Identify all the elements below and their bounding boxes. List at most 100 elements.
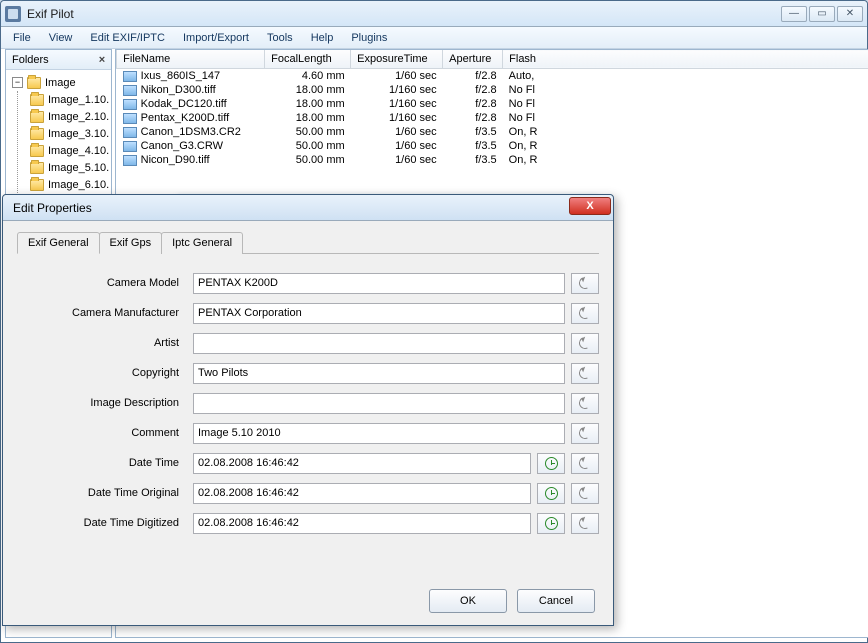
clock-icon xyxy=(545,457,558,470)
undo-button[interactable] xyxy=(571,483,599,504)
label-date_time_orig: Date Time Original xyxy=(17,487,187,499)
label-date_time: Date Time xyxy=(17,457,187,469)
menubar: File View Edit EXIF/IPTC Import/Export T… xyxy=(1,27,867,49)
image-file-icon xyxy=(123,127,137,138)
folder-icon xyxy=(27,77,41,89)
folder-icon xyxy=(30,179,44,191)
label-artist: Artist xyxy=(17,337,187,349)
dialog-tabs: Exif General Exif Gps Iptc General xyxy=(17,231,599,254)
tab-iptc-general[interactable]: Iptc General xyxy=(161,232,243,254)
col-exposuretime[interactable]: ExposureTime xyxy=(351,50,443,69)
titlebar[interactable]: Exif Pilot — ▭ ✕ xyxy=(1,1,867,27)
image-file-icon xyxy=(123,71,137,82)
undo-button[interactable] xyxy=(571,393,599,414)
undo-button[interactable] xyxy=(571,273,599,294)
undo-button[interactable] xyxy=(571,423,599,444)
undo-button[interactable] xyxy=(571,453,599,474)
cancel-button[interactable]: Cancel xyxy=(517,589,595,613)
folders-close-icon[interactable]: × xyxy=(99,54,105,66)
undo-icon xyxy=(577,395,592,410)
image-file-icon xyxy=(123,155,137,166)
ok-button[interactable]: OK xyxy=(429,589,507,613)
menu-import-export[interactable]: Import/Export xyxy=(175,29,257,47)
image-file-icon xyxy=(123,141,137,152)
table-row[interactable]: Kodak_DC120.tiff18.00 mm1/160 secf/2.8No… xyxy=(117,97,868,111)
menu-tools[interactable]: Tools xyxy=(259,29,301,47)
datetime-picker-button[interactable] xyxy=(537,513,565,534)
table-row[interactable]: Nicon_D90.tiff50.00 mm1/60 secf/3.5On, R xyxy=(117,153,868,167)
col-aperture[interactable]: Aperture xyxy=(443,50,503,69)
input-comment[interactable] xyxy=(193,423,565,444)
label-copyright: Copyright xyxy=(17,367,187,379)
datetime-picker-button[interactable] xyxy=(537,453,565,474)
undo-button[interactable] xyxy=(571,363,599,384)
form-row-camera_model: Camera Model xyxy=(17,268,599,298)
datetime-picker-button[interactable] xyxy=(537,483,565,504)
tab-exif-gps[interactable]: Exif Gps xyxy=(99,232,163,254)
menu-file[interactable]: File xyxy=(5,29,39,47)
input-camera_mfr[interactable] xyxy=(193,303,565,324)
folder-icon xyxy=(30,94,44,106)
form-row-camera_mfr: Camera Manufacturer xyxy=(17,298,599,328)
maximize-button[interactable]: ▭ xyxy=(809,6,835,22)
undo-button[interactable] xyxy=(571,303,599,324)
clock-icon xyxy=(545,487,558,500)
input-date_time_dig[interactable] xyxy=(193,513,531,534)
menu-plugins[interactable]: Plugins xyxy=(343,29,395,47)
image-file-icon xyxy=(123,85,137,96)
input-artist[interactable] xyxy=(193,333,565,354)
undo-icon xyxy=(577,455,592,470)
minimize-button[interactable]: — xyxy=(781,6,807,22)
close-button[interactable]: ✕ xyxy=(837,6,863,22)
label-img_desc: Image Description xyxy=(17,397,187,409)
dialog-close-button[interactable]: X xyxy=(569,197,611,215)
dialog-titlebar[interactable]: Edit Properties X xyxy=(3,195,613,221)
tree-root[interactable]: − Image xyxy=(8,74,109,91)
form-row-date_time: Date Time xyxy=(17,448,599,478)
tree-item[interactable]: Image_1.10. xyxy=(26,91,109,108)
input-img_desc[interactable] xyxy=(193,393,565,414)
col-flash[interactable]: Flash xyxy=(503,50,868,69)
tree-item[interactable]: Image_5.10. xyxy=(26,159,109,176)
input-camera_model[interactable] xyxy=(193,273,565,294)
collapse-icon[interactable]: − xyxy=(12,77,23,88)
form-row-date_time_dig: Date Time Digitized xyxy=(17,508,599,538)
input-date_time[interactable] xyxy=(193,453,531,474)
menu-edit-exif-iptc[interactable]: Edit EXIF/IPTC xyxy=(82,29,173,47)
label-camera_mfr: Camera Manufacturer xyxy=(17,307,187,319)
folder-icon xyxy=(30,128,44,140)
table-row[interactable]: Canon_G3.CRW50.00 mm1/60 secf/3.5On, R xyxy=(117,139,868,153)
menu-view[interactable]: View xyxy=(41,29,81,47)
folder-icon xyxy=(30,111,44,123)
table-row[interactable]: Nikon_D300.tiff18.00 mm1/160 secf/2.8No … xyxy=(117,83,868,97)
table-row[interactable]: Canon_1DSM3.CR250.00 mm1/60 secf/3.5On, … xyxy=(117,125,868,139)
image-file-icon xyxy=(123,113,137,124)
table-header-row[interactable]: FileName FocalLength ExposureTime Apertu… xyxy=(117,50,868,69)
folders-title: Folders xyxy=(12,54,49,66)
col-focallength[interactable]: FocalLength xyxy=(265,50,351,69)
app-icon xyxy=(5,6,21,22)
input-date_time_orig[interactable] xyxy=(193,483,531,504)
input-copyright[interactable] xyxy=(193,363,565,384)
undo-icon xyxy=(577,515,592,530)
file-table[interactable]: FileName FocalLength ExposureTime Apertu… xyxy=(116,50,868,167)
undo-icon xyxy=(577,485,592,500)
tree-item[interactable]: Image_6.10. xyxy=(26,176,109,193)
menu-help[interactable]: Help xyxy=(303,29,342,47)
table-row[interactable]: Ixus_860IS_1474.60 mm1/60 secf/2.8Auto, xyxy=(117,69,868,84)
undo-button[interactable] xyxy=(571,333,599,354)
tree-item[interactable]: Image_2.10. xyxy=(26,108,109,125)
undo-icon xyxy=(577,275,592,290)
undo-icon xyxy=(577,425,592,440)
table-row[interactable]: Pentax_K200D.tiff18.00 mm1/160 secf/2.8N… xyxy=(117,111,868,125)
label-camera_model: Camera Model xyxy=(17,277,187,289)
app-title: Exif Pilot xyxy=(27,7,781,21)
tree-item[interactable]: Image_4.10. xyxy=(26,142,109,159)
tree-item[interactable]: Image_3.10. xyxy=(26,125,109,142)
col-filename[interactable]: FileName xyxy=(117,50,265,69)
form-row-img_desc: Image Description xyxy=(17,388,599,418)
undo-button[interactable] xyxy=(571,513,599,534)
tab-exif-general[interactable]: Exif General xyxy=(17,232,100,254)
folder-icon xyxy=(30,162,44,174)
form-row-comment: Comment xyxy=(17,418,599,448)
